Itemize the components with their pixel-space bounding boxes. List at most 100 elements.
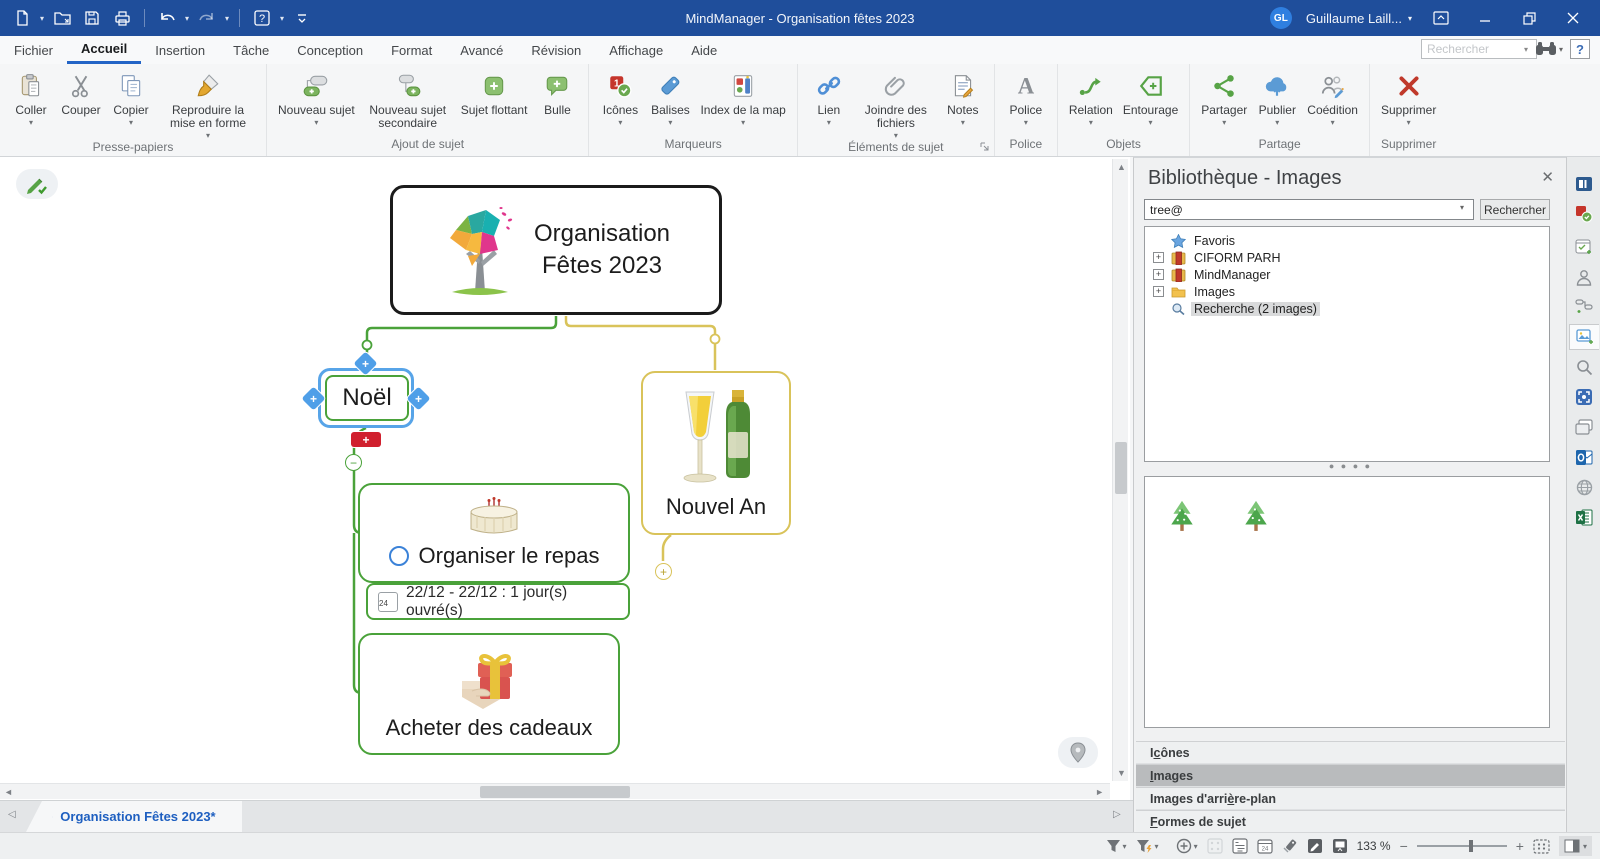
- vertical-scroll-thumb[interactable]: [1115, 442, 1127, 494]
- add-topic-handle-top[interactable]: +: [353, 351, 377, 375]
- delete-button[interactable]: Supprimer ▾: [1376, 69, 1441, 127]
- boundary-button[interactable]: Entourage ▾: [1118, 69, 1183, 127]
- quick-add-button[interactable]: ▾: [1176, 838, 1198, 854]
- chevron-down-icon[interactable]: ▾: [1524, 45, 1528, 54]
- attach-files-button[interactable]: Joindre des fichiers ▾: [854, 69, 938, 140]
- help-button[interactable]: ?: [1570, 39, 1590, 59]
- zoom-out-button[interactable]: −: [1400, 838, 1408, 854]
- paste-button[interactable]: Coller ▾: [6, 69, 56, 127]
- add-topic-handle-left[interactable]: +: [301, 386, 325, 410]
- tree-item-images[interactable]: + Images: [1145, 283, 1549, 300]
- chevron-down-icon[interactable]: ▾: [225, 14, 229, 23]
- resources-pane-icon[interactable]: [1571, 264, 1597, 290]
- zoom-slider[interactable]: [1417, 845, 1507, 847]
- library-pane-icon[interactable]: [1571, 171, 1597, 197]
- tab-insertion[interactable]: Insertion: [141, 36, 219, 64]
- documents-pane-icon[interactable]: [1571, 414, 1597, 440]
- quick-search-input[interactable]: [1421, 39, 1537, 59]
- tab-avance[interactable]: Avancé: [446, 36, 517, 64]
- chevron-down-icon[interactable]: ▾: [185, 14, 189, 23]
- section-images[interactable]: Images: [1136, 764, 1565, 787]
- topic-acheter-des-cadeaux[interactable]: Acheter des cadeaux: [358, 633, 620, 755]
- tab-fichier[interactable]: Fichier: [0, 36, 67, 64]
- account-menu[interactable]: Guillaume Laill...▾: [1306, 11, 1412, 26]
- notes-button[interactable]: Notes ▾: [938, 69, 988, 127]
- floating-topic-button[interactable]: Sujet flottant: [456, 69, 533, 117]
- web-pane-icon[interactable]: [1571, 474, 1597, 500]
- redo-button[interactable]: [195, 6, 219, 30]
- new-topic-button[interactable]: Nouveau sujet ▾: [273, 69, 360, 127]
- expand-plus-icon[interactable]: +: [1153, 269, 1164, 280]
- font-button[interactable]: A Police ▾: [1001, 69, 1051, 127]
- map-index-button[interactable]: Index de la map ▾: [695, 69, 790, 127]
- chevron-down-icon[interactable]: ▾: [1460, 203, 1464, 212]
- tab-tache[interactable]: Tâche: [219, 36, 283, 64]
- tab-scroll-right-arrow[interactable]: ▷: [1113, 809, 1121, 820]
- task-info-pane-icon[interactable]: [1571, 234, 1597, 260]
- map-parts-pane-icon[interactable]: [1571, 294, 1597, 320]
- excel-pane-icon[interactable]: [1571, 504, 1597, 530]
- tree-item-recherche[interactable]: Recherche (2 images): [1145, 300, 1549, 317]
- images-pane-icon[interactable]: [1569, 324, 1599, 350]
- filter-button[interactable]: ▾: [1106, 839, 1127, 853]
- map-canvas[interactable]: Organisation Fêtes 2023 Noël + + + + −: [0, 157, 1130, 800]
- help-shortcuts-button[interactable]: ?: [250, 6, 274, 30]
- outline-view-button[interactable]: [1232, 838, 1248, 854]
- tab-format[interactable]: Format: [377, 36, 446, 64]
- scroll-down-arrow[interactable]: ▼: [1117, 768, 1126, 778]
- map-location-button[interactable]: [1058, 737, 1098, 768]
- callout-button[interactable]: Bulle: [532, 69, 582, 117]
- share-button[interactable]: Partager ▾: [1196, 69, 1252, 127]
- close-panel-icon[interactable]: ✕: [1541, 168, 1554, 186]
- undo-button[interactable]: [155, 6, 179, 30]
- spellcheck-button[interactable]: [1207, 838, 1223, 854]
- tab-revision[interactable]: Révision: [517, 36, 595, 64]
- new-document-button[interactable]: [10, 6, 34, 30]
- tree-image-result[interactable]: [1241, 499, 1271, 535]
- tab-accueil[interactable]: Accueil: [67, 36, 141, 64]
- tab-conception[interactable]: Conception: [283, 36, 377, 64]
- outlook-pane-icon[interactable]: [1571, 444, 1597, 470]
- print-button[interactable]: [110, 6, 134, 30]
- tags-button[interactable]: Balises ▾: [645, 69, 695, 127]
- add-task-handle[interactable]: +: [351, 432, 381, 447]
- section-images-arriere-plan[interactable]: Images d'arrière-plan: [1136, 787, 1565, 810]
- open-button[interactable]: [50, 6, 74, 30]
- section-icones[interactable]: Icônes: [1136, 741, 1565, 764]
- zoom-slider-thumb[interactable]: [1469, 840, 1473, 852]
- tag-view-button[interactable]: [1282, 838, 1298, 854]
- fit-map-button[interactable]: [1533, 839, 1550, 854]
- library-search-button[interactable]: Rechercher: [1480, 199, 1550, 220]
- whiteboard-button[interactable]: [1307, 838, 1323, 854]
- coediting-button[interactable]: Coédition ▾: [1302, 69, 1363, 127]
- task-progress-icon[interactable]: [389, 546, 409, 566]
- scroll-right-arrow[interactable]: ►: [1095, 787, 1104, 797]
- presentation-button[interactable]: [1332, 838, 1348, 854]
- topic-organiser-le-repas[interactable]: Organiser le repas: [358, 483, 630, 583]
- close-button[interactable]: [1558, 4, 1588, 32]
- collapse-branch-button[interactable]: −: [345, 454, 362, 471]
- schedule-view-button[interactable]: 24: [1257, 838, 1273, 854]
- tree-item-ciform-parh[interactable]: + CIFORM PARH: [1145, 249, 1549, 266]
- horizontal-scrollbar[interactable]: ◄ ►: [0, 783, 1110, 799]
- dialog-launcher-icon[interactable]: [980, 142, 990, 152]
- horizontal-scroll-thumb[interactable]: [480, 786, 630, 798]
- topic-noel[interactable]: Noël: [325, 375, 409, 421]
- ribbon-display-options-button[interactable]: [1426, 4, 1456, 32]
- relationship-button[interactable]: Relation ▾: [1064, 69, 1118, 127]
- tree-image-result[interactable]: [1167, 499, 1197, 535]
- icons-marker-button[interactable]: 1 Icônes ▾: [595, 69, 645, 127]
- expand-plus-icon[interactable]: +: [1153, 252, 1164, 263]
- document-tab-active[interactable]: Organisation Fêtes 2023*: [26, 801, 242, 832]
- copy-button[interactable]: Copier ▾: [106, 69, 156, 127]
- panel-splitter-handle[interactable]: ● ● ● ●: [1134, 461, 1567, 471]
- topic-nouvel-an[interactable]: Nouvel An: [641, 371, 791, 535]
- snapshot-pane-icon[interactable]: [1571, 384, 1597, 410]
- icon-markers-pane-icon[interactable]: [1571, 201, 1597, 227]
- publish-button[interactable]: Publier ▾: [1252, 69, 1302, 127]
- tab-affichage[interactable]: Affichage: [595, 36, 677, 64]
- customize-toolbar-button[interactable]: [290, 6, 314, 30]
- power-filter-button[interactable]: ▾: [1136, 839, 1159, 853]
- topic-root[interactable]: Organisation Fêtes 2023: [390, 185, 722, 315]
- search-pane-icon[interactable]: [1571, 354, 1597, 380]
